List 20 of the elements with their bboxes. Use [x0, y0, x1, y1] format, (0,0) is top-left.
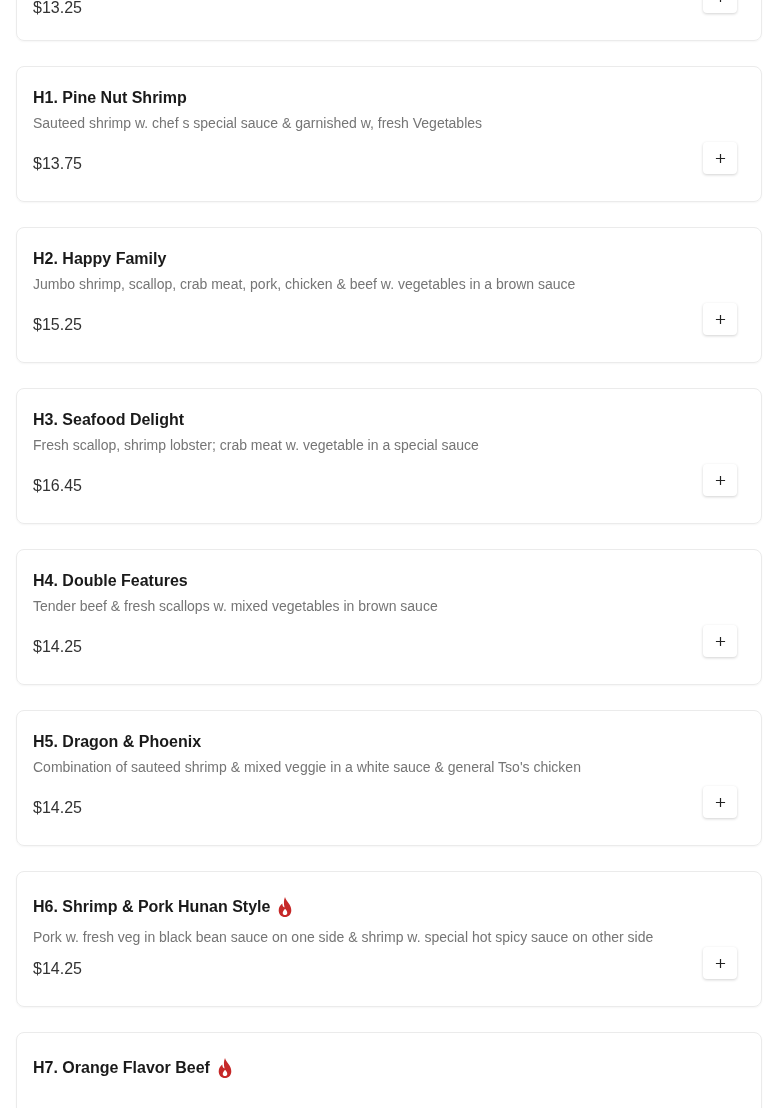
item-name: H6. Shrimp & Pork Hunan Style	[33, 897, 271, 917]
item-name: H2. Happy Family	[33, 249, 167, 269]
item-price: $16.45	[33, 476, 82, 496]
item-price: $14.25	[33, 637, 82, 657]
item-description: Fresh scallop, shrimp lobster; crab meat w. vegetable in a special sauce	[33, 436, 480, 455]
item-price: $14.25	[33, 959, 82, 979]
item-name: H4. Double Features	[33, 571, 188, 591]
item-price: $15.25	[33, 315, 82, 335]
item-description: Pork w. fresh veg in black bean sauce on one side & shrimp w. special hot spicy sauce on other side	[33, 928, 655, 947]
item-price: $13.25	[33, 0, 82, 16]
item-price: $13.75	[33, 154, 82, 174]
item-description: Tender beef & fresh scallops w. mixed vegetables in brown sauce	[33, 597, 439, 616]
item-description: Sauteed shrimp w. chef s special sauce & garnished w, fresh Vegetables	[33, 114, 484, 133]
item-name: H7. Orange Flavor Beef	[33, 1058, 210, 1078]
item-description: Jumbo shrimp, scallop, crab meat, pork, chicken & beef w. vegetables in a brown sauce	[33, 275, 577, 294]
item-name: H3. Seafood Delight	[33, 410, 185, 430]
item-price: $14.25	[33, 798, 82, 818]
item-name: H1. Pine Nut Shrimp	[33, 88, 187, 108]
item-name: H5. Dragon & Phoenix	[33, 732, 202, 752]
item-description: Combination of sauteed shrimp & mixed veggie in a white sauce & general Tso's chicken	[33, 758, 582, 777]
